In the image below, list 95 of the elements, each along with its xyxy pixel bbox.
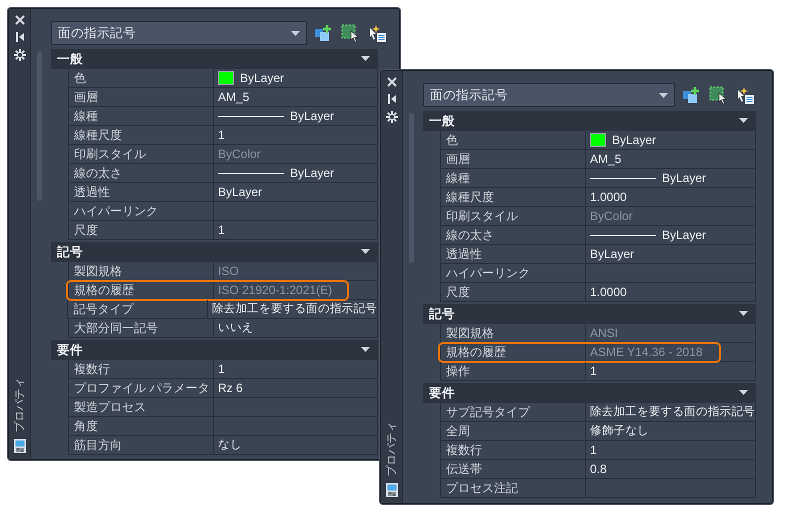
property-name: 製図規格 (440, 324, 586, 343)
property-value[interactable]: ByLayer (240, 69, 284, 87)
property-name: 線種 (440, 169, 586, 188)
property-name: 全周 (440, 422, 586, 441)
palette-title: プロパティ (12, 382, 27, 432)
cursor-list-icon (736, 86, 755, 104)
window-sliders-icon[interactable] (386, 483, 398, 497)
property-value[interactable]: ByLayer (662, 226, 706, 244)
property-value[interactable]: 1.0000 (586, 188, 756, 207)
linetype-sample-icon (590, 234, 656, 236)
close-icon[interactable] (14, 15, 24, 25)
property-name: 筋目方向 (68, 436, 214, 455)
section-header[interactable]: 要件 (51, 340, 378, 360)
property-name: 記号タイプ (67, 300, 208, 319)
squares-plus-icon (314, 24, 333, 42)
toolbar-button[interactable] (313, 24, 334, 42)
property-name: 角度 (68, 417, 214, 436)
caret-icon (291, 30, 300, 36)
property-value[interactable]: 除去加工を要する面の指示記号 (586, 403, 756, 422)
close-icon[interactable] (386, 77, 396, 87)
property-value[interactable]: 1 (214, 360, 378, 379)
property-value[interactable]: なし (214, 436, 378, 455)
property-value[interactable]: ByLayer (290, 107, 334, 125)
section-header[interactable]: 一般 (51, 49, 378, 69)
property-value[interactable]: 修飾子なし (586, 422, 756, 441)
property-name: 規格の履歴 (68, 281, 214, 300)
cursor-list-icon (368, 24, 387, 42)
linetype-sample-icon (218, 114, 284, 118)
toolbar-button[interactable] (340, 24, 361, 42)
property-value[interactable]: AM_5 (586, 150, 756, 169)
property-name: 尺度 (68, 221, 214, 240)
property-name: ハイパーリンク (68, 202, 214, 221)
property-name: 製図規格 (68, 262, 214, 281)
property-value[interactable]: AM_5 (214, 88, 378, 107)
property-name: 製造プロセス (68, 398, 214, 417)
property-name: 画層 (68, 88, 214, 107)
property-value[interactable]: 1 (586, 362, 756, 381)
section-header[interactable]: 一般 (423, 111, 756, 131)
property-name: プロファイル パラメータ (68, 379, 214, 398)
property-name: 複数行 (440, 441, 586, 460)
window-sliders-icon[interactable] (14, 439, 26, 453)
property-value[interactable]: ByLayer (586, 245, 756, 264)
property-name: ハイパーリンク (440, 264, 586, 283)
settings-icon[interactable] (386, 111, 398, 123)
property-name: 複数行 (68, 360, 214, 379)
settings-icon[interactable] (14, 49, 26, 61)
property-value[interactable]: ByLayer (662, 169, 706, 187)
property-name: 線種尺度 (68, 126, 214, 145)
property-name: 線種 (68, 107, 214, 126)
property-name: 伝送帯 (440, 460, 586, 479)
property-value[interactable]: いいえ (214, 319, 378, 338)
property-name: 透過性 (440, 245, 586, 264)
property-name: 線種尺度 (440, 188, 586, 207)
property-value[interactable]: ByLayer (214, 183, 378, 202)
property-name: 規格の履歴 (440, 343, 586, 362)
property-name: プロセス注記 (440, 479, 586, 498)
section-header[interactable]: 記号 (51, 242, 378, 262)
property-value[interactable]: 1 (214, 126, 378, 145)
toolbar-button[interactable] (681, 86, 702, 104)
property-name: 線の太さ (68, 164, 214, 183)
auto-hide-icon[interactable] (14, 32, 24, 42)
squares-plus-icon (682, 86, 701, 104)
select-cursor-icon (341, 24, 360, 42)
property-name: 印刷スタイル (440, 207, 586, 226)
property-name: 操作 (440, 362, 586, 381)
property-name: 尺度 (440, 283, 586, 302)
property-value[interactable]: 1 (214, 221, 378, 240)
caret-icon (659, 92, 668, 98)
section-header[interactable]: 記号 (423, 304, 756, 324)
object-type-dropdown[interactable]: 面の指示記号 (51, 21, 307, 45)
property-name: 画層 (440, 150, 586, 169)
linetype-sample-icon (218, 172, 284, 174)
linetype-sample-icon (590, 176, 656, 180)
auto-hide-icon[interactable] (386, 94, 396, 104)
object-type-dropdown[interactable]: 面の指示記号 (423, 83, 675, 107)
property-name: 印刷スタイル (68, 145, 214, 164)
property-value[interactable]: 1 (586, 441, 756, 460)
property-name: 透過性 (68, 183, 214, 202)
section-header[interactable]: 要件 (423, 383, 756, 403)
property-value[interactable]: 0.8 (586, 460, 756, 479)
toolbar-button[interactable] (708, 86, 729, 104)
property-name: 線の太さ (440, 226, 586, 245)
toolbar-button[interactable] (367, 24, 388, 42)
property-name: サブ記号タイプ (440, 403, 586, 422)
palette-title: プロパティ (384, 426, 399, 476)
toolbar-button[interactable] (735, 86, 756, 104)
property-value[interactable]: 除去加工を要する面の指示記号 (208, 300, 378, 319)
property-value[interactable]: Rz 6 (214, 379, 378, 398)
property-value[interactable]: ByLayer (612, 131, 656, 149)
property-name: 色 (68, 69, 214, 88)
property-value[interactable]: ByLayer (290, 164, 334, 182)
select-cursor-icon (709, 86, 728, 104)
property-name: 大部分同一記号 (68, 319, 214, 338)
property-name: 色 (440, 131, 586, 150)
property-value[interactable]: 1.0000 (586, 283, 756, 302)
